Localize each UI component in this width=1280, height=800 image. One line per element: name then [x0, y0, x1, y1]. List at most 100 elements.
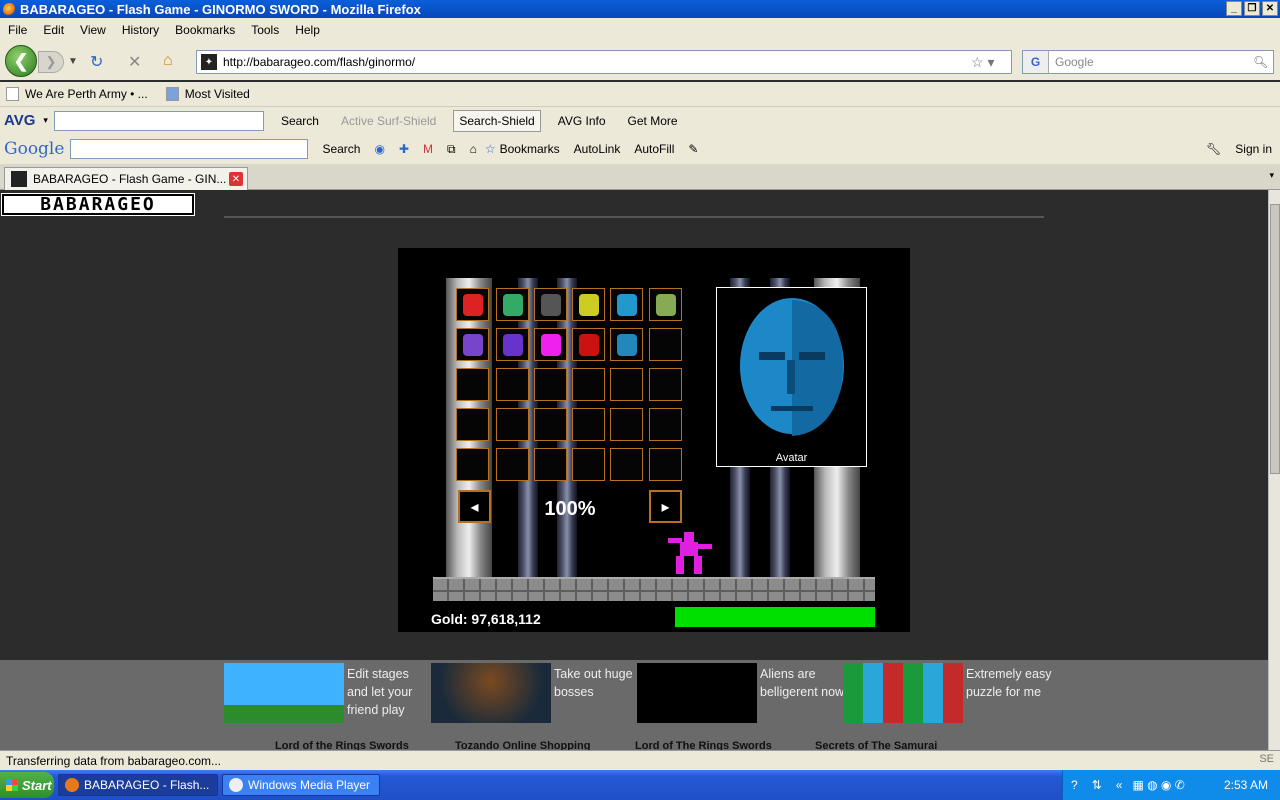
scrollbar-thumb[interactable]	[1270, 204, 1280, 474]
inventory-slot[interactable]	[496, 328, 529, 361]
inventory-slot[interactable]	[534, 448, 567, 481]
inventory-slot[interactable]	[610, 448, 643, 481]
menu-bookmarks[interactable]: Bookmarks	[175, 23, 235, 37]
inventory-slot[interactable]	[572, 368, 605, 401]
task-media-player[interactable]: Windows Media Player	[222, 774, 380, 796]
url-text[interactable]: http://babarageo.com/flash/ginormo/	[223, 55, 971, 69]
google-autolink-button[interactable]: AutoLink	[574, 142, 621, 156]
task-firefox[interactable]: BABARAGEO - Flash...	[58, 774, 218, 796]
close-tab-icon[interactable]: ✕	[229, 172, 243, 186]
help-tray-icon[interactable]: ?	[1071, 778, 1078, 792]
minimize-button[interactable]: _	[1226, 1, 1242, 16]
status-badge[interactable]: SE	[1259, 753, 1274, 765]
inventory-slot[interactable]	[534, 288, 567, 321]
star-icon[interactable]: ☆	[485, 142, 496, 156]
share-icon[interactable]: ⧉	[447, 142, 456, 157]
inventory-slot[interactable]	[456, 408, 489, 441]
ad-link[interactable]: Lord of The Rings Swords	[635, 740, 772, 750]
prev-page-button[interactable]: ◂	[458, 490, 491, 523]
inventory-slot[interactable]	[534, 368, 567, 401]
url-bar[interactable]: ✦ http://babarageo.com/flash/ginormo/ ☆ …	[196, 50, 1012, 74]
avg-get-more-button[interactable]: Get More	[623, 111, 683, 131]
search-engine-icon[interactable]: G	[1023, 51, 1049, 73]
menu-view[interactable]: View	[80, 23, 106, 37]
ad-link[interactable]: Lord of the Rings Swords	[275, 740, 409, 750]
bookmark-star-icon[interactable]: ☆ ▾	[971, 54, 1011, 71]
inventory-slot[interactable]	[534, 328, 567, 361]
history-dropdown-icon[interactable]: ▼	[68, 56, 78, 67]
avg-search-shield-button[interactable]: Search-Shield	[453, 109, 541, 132]
inventory-slot[interactable]	[534, 408, 567, 441]
pencil-icon[interactable]: ✎	[688, 142, 698, 156]
menu-tools[interactable]: Tools	[251, 23, 279, 37]
google-logo[interactable]: Google	[4, 139, 64, 159]
google-autofill-button[interactable]: AutoFill	[634, 142, 674, 156]
search-input[interactable]: Google	[1049, 55, 1253, 69]
inventory-slot[interactable]	[610, 408, 643, 441]
restore-button[interactable]: ❐	[1244, 1, 1260, 16]
gmail-icon[interactable]: M	[423, 142, 433, 156]
inventory-slot[interactable]	[456, 448, 489, 481]
tab-list-icon[interactable]: ▾	[1269, 170, 1274, 181]
avg-surf-shield-button[interactable]: Active Surf-Shield	[336, 111, 441, 131]
menu-history[interactable]: History	[122, 23, 159, 37]
bookmark-most-visited[interactable]: Most Visited	[165, 87, 250, 101]
inventory-slot[interactable]	[572, 288, 605, 321]
ad-link[interactable]: Tozando Online Shopping	[455, 740, 590, 750]
search-box[interactable]: G Google 🔍︎	[1022, 50, 1274, 74]
avg-logo[interactable]: AVG	[4, 112, 35, 129]
start-button[interactable]: Start	[0, 772, 54, 798]
expand-tray-icon[interactable]: «	[1116, 778, 1123, 792]
inventory-slot[interactable]	[572, 448, 605, 481]
inventory-slot[interactable]	[496, 448, 529, 481]
menu-file[interactable]: File	[8, 23, 27, 37]
tray-icons[interactable]: ▦ ◍ ◉ ✆	[1132, 778, 1184, 792]
inventory-slot[interactable]	[610, 328, 643, 361]
magnifier-icon[interactable]: 🔍︎	[1253, 55, 1273, 69]
forward-button[interactable]: ❯	[38, 51, 64, 73]
back-button[interactable]: ❮	[5, 45, 37, 77]
wrench-icon[interactable]: 🔧︎	[1206, 142, 1221, 156]
plus-icon[interactable]: ✚	[399, 142, 409, 156]
inventory-slot[interactable]	[496, 288, 529, 321]
avg-menu-arrow-icon[interactable]: ▾	[43, 115, 48, 126]
inventory-slot[interactable]	[572, 408, 605, 441]
menu-edit[interactable]: Edit	[43, 23, 64, 37]
inventory-slot[interactable]	[649, 368, 682, 401]
next-page-button[interactable]: ▸	[649, 490, 682, 523]
avg-info-button[interactable]: AVG Info	[553, 111, 611, 131]
inventory-slot[interactable]	[649, 288, 682, 321]
inventory-slot[interactable]	[649, 328, 682, 361]
inventory-slot[interactable]	[649, 408, 682, 441]
menu-help[interactable]: Help	[295, 23, 320, 37]
inventory-slot[interactable]	[496, 368, 529, 401]
avg-search-button[interactable]: Search	[276, 111, 324, 131]
site-logo[interactable]: BABARAGEO	[1, 193, 195, 216]
inventory-slot[interactable]	[610, 288, 643, 321]
bookmark-perth-army[interactable]: We Are Perth Army • ...	[6, 87, 148, 101]
window-title: BABARAGEO - Flash Game - GINORMO SWORD -…	[20, 1, 421, 17]
network-tray-icon[interactable]: ⇅	[1092, 778, 1102, 792]
inventory-slot[interactable]	[456, 328, 489, 361]
inventory-slot[interactable]	[456, 288, 489, 321]
home-icon[interactable]: ⌂	[163, 52, 173, 70]
inventory-slot[interactable]	[649, 448, 682, 481]
google-bookmarks-button[interactable]: Bookmarks	[500, 142, 560, 156]
stop-icon[interactable]: ✕	[128, 52, 141, 72]
google-sign-in-button[interactable]: Sign in	[1235, 142, 1272, 156]
google-search-input[interactable]	[70, 139, 309, 159]
ad-link[interactable]: Secrets of The Samurai	[815, 740, 937, 750]
inventory-slot[interactable]	[456, 368, 489, 401]
inventory-slot[interactable]	[496, 408, 529, 441]
inventory-slot[interactable]	[610, 368, 643, 401]
home-toolbar-icon[interactable]: ⌂	[470, 142, 477, 156]
dell-icon[interactable]: ◉	[374, 142, 384, 156]
reload-icon[interactable]: ↻	[90, 52, 103, 72]
close-button[interactable]: ✕	[1262, 1, 1278, 16]
vertical-scrollbar[interactable]	[1268, 190, 1280, 750]
tab-babarageo[interactable]: BABARAGEO - Flash Game - GIN... ✕	[4, 167, 248, 190]
google-search-button[interactable]: Search	[322, 142, 360, 156]
avg-search-input[interactable]	[53, 110, 264, 131]
inventory-slot[interactable]	[572, 328, 605, 361]
ad-thumbnail	[431, 663, 551, 723]
